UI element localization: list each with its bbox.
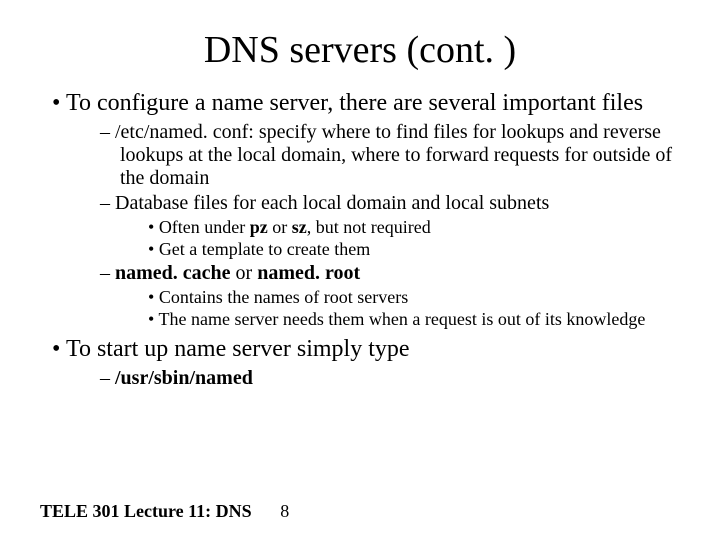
bullet-l2: /usr/sbin/named	[100, 367, 680, 390]
bullet-l1: To start up name server simply type /usr…	[52, 336, 680, 390]
bullet-text: Often under	[159, 217, 250, 237]
slide-title: DNS servers (cont. )	[40, 28, 680, 72]
bullet-list-level3: Contains the names of root servers The n…	[120, 287, 680, 330]
bold-text: named. root	[257, 262, 360, 284]
bullet-l3: Contains the names of root servers	[148, 287, 680, 308]
bullet-text: To start up name server simply type	[66, 336, 410, 362]
bullet-text: Contains the names of root servers	[159, 287, 408, 307]
bullet-list-level2: /usr/sbin/named	[74, 367, 680, 390]
bullet-text: or	[268, 217, 292, 237]
bullet-list-level2: /etc/named. conf: specify where to find …	[74, 121, 680, 330]
bullet-text: To configure a name server, there are se…	[66, 90, 643, 116]
bullet-l3: Often under pz or sz, but not required	[148, 217, 680, 238]
bullet-l1: To configure a name server, there are se…	[52, 90, 680, 330]
bullet-list-level3: Often under pz or sz, but not required G…	[120, 217, 680, 260]
bullet-l3: Get a template to create them	[148, 239, 680, 260]
bullet-l3: The name server needs them when a reques…	[148, 309, 680, 330]
slide: DNS servers (cont. ) To configure a name…	[0, 0, 720, 540]
bullet-text: or	[231, 262, 258, 284]
bullet-l2: /etc/named. conf: specify where to find …	[100, 121, 680, 190]
bullet-l2: Database files for each local domain and…	[100, 192, 680, 260]
slide-footer: TELE 301 Lecture 11: DNS 8	[40, 501, 289, 522]
bold-text: /usr/sbin/named	[115, 367, 253, 389]
bullet-text: Get a template to create them	[159, 239, 370, 259]
bullet-list-level1: To configure a name server, there are se…	[40, 90, 680, 390]
bold-text: pz	[250, 217, 268, 237]
bullet-text: /etc/named. conf: specify where to find …	[115, 121, 672, 189]
bullet-text: Database files for each local domain and…	[115, 192, 549, 214]
footer-text: TELE 301 Lecture 11: DNS	[40, 501, 252, 521]
bullet-text: The name server needs them when a reques…	[158, 309, 645, 329]
bold-text: named. cache	[115, 262, 231, 284]
bold-text: sz	[292, 217, 307, 237]
bullet-text: , but not required	[307, 217, 431, 237]
bullet-l2: named. cache or named. root Contains the…	[100, 262, 680, 330]
page-number: 8	[280, 501, 289, 522]
